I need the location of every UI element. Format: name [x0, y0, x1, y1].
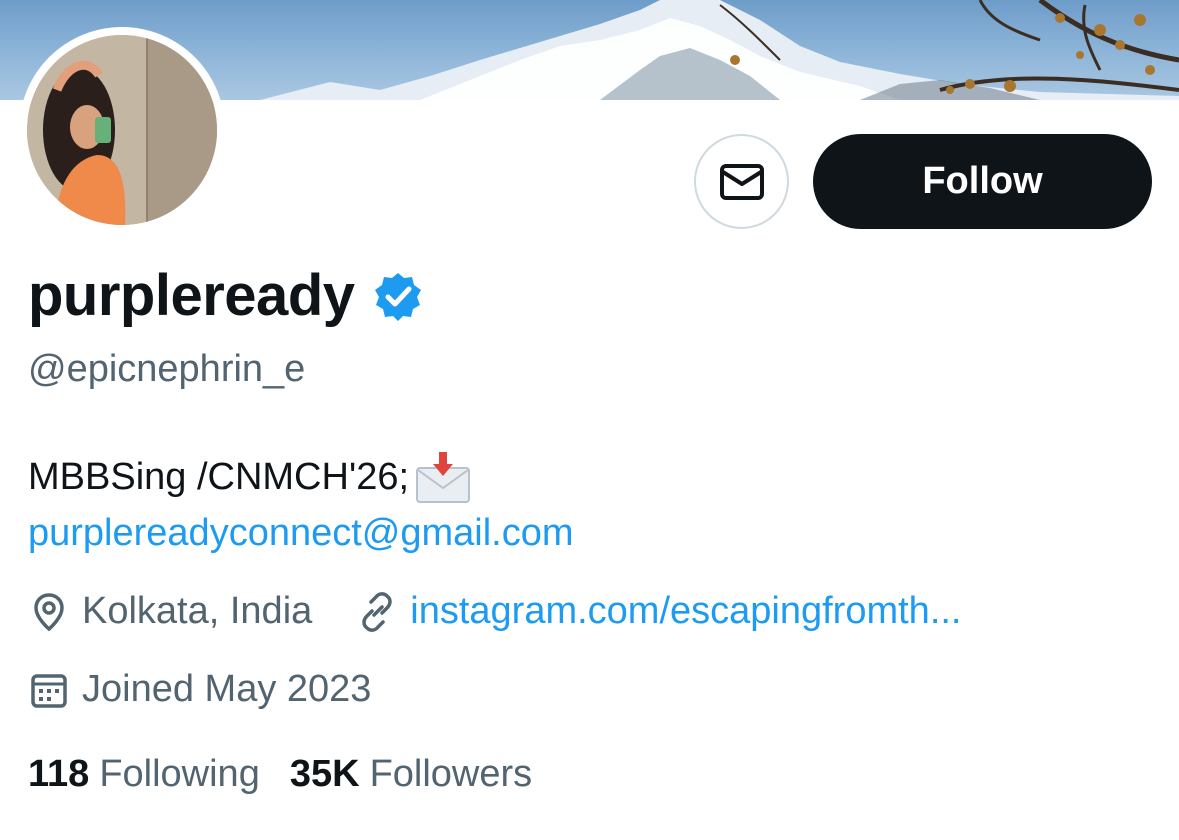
envelope-with-arrow-emoji — [416, 452, 471, 503]
profile-bio: MBBSing /CNMCH'26; — [28, 450, 473, 504]
following-count: 118 — [28, 753, 90, 795]
avatar[interactable] — [19, 27, 225, 233]
followers-count: 35K — [289, 753, 360, 795]
profile-name-row: purpleready — [28, 262, 423, 329]
location-text: Kolkata, India — [82, 590, 313, 632]
bio-text: MBBSing /CNMCH'26; — [28, 455, 410, 498]
verified-badge-icon[interactable] — [373, 271, 423, 321]
display-name: purpleready — [28, 263, 355, 328]
website-link[interactable]: instagram.com/escapingfromth... — [410, 590, 961, 633]
envelope-icon — [719, 163, 764, 200]
profile-joined-row: Joined May 2023 — [28, 668, 371, 711]
profile-handle: @epicnephrin_e — [28, 348, 306, 390]
following-label: Following — [99, 753, 260, 795]
profile-stats: 118 Following 35K Followers — [28, 753, 532, 796]
calendar-icon — [31, 673, 67, 708]
profile-page: Follow purpleready @epicnephrin_e MBBSin… — [0, 0, 1179, 840]
bio-email-link[interactable]: purplereadyconnect@gmail.com — [28, 512, 574, 555]
follow-button[interactable]: Follow — [813, 134, 1152, 229]
joined-text: Joined May 2023 — [82, 668, 372, 710]
followers-label: Followers — [369, 753, 533, 795]
following-stat[interactable]: 118 Following — [28, 753, 260, 796]
followers-stat[interactable]: 35K Followers — [290, 753, 532, 796]
link-icon — [362, 591, 393, 632]
message-button[interactable] — [694, 134, 789, 229]
location-pin-icon — [34, 592, 64, 631]
profile-meta-row: Kolkata, India instagram.com/escapingfro… — [28, 590, 962, 633]
avatar-image — [27, 35, 217, 225]
